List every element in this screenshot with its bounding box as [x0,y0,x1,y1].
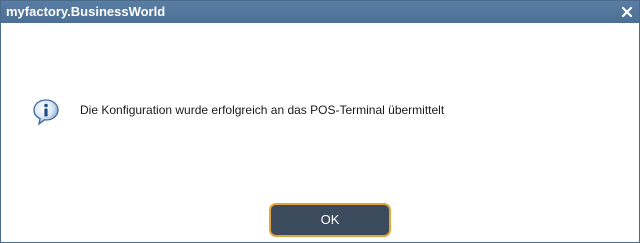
dialog-titlebar[interactable]: myfactory.BusinessWorld [1,1,639,23]
dialog-message: Die Konfiguration wurde erfolgreich an d… [80,103,445,117]
info-icon [31,97,61,127]
message-dialog: myfactory.BusinessWorld Die Konfiguratio… [0,0,640,243]
ok-button[interactable]: OK [269,203,391,237]
dialog-title: myfactory.BusinessWorld [6,4,166,19]
close-icon[interactable] [619,4,635,20]
dialog-content: Die Konfiguration wurde erfolgreich an d… [1,23,639,242]
